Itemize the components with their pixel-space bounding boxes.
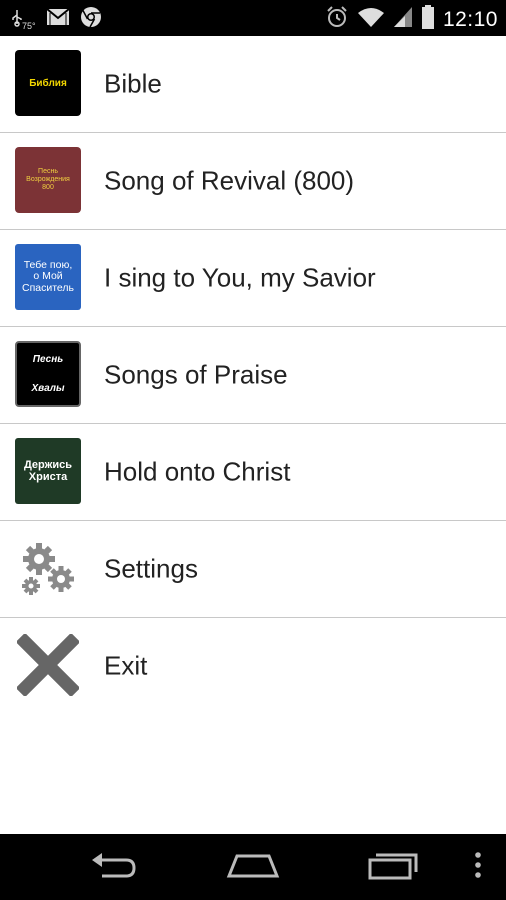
back-icon: [88, 850, 138, 885]
thumbnail-line: 800: [42, 183, 54, 191]
thumbnail-line: Христа: [28, 471, 68, 483]
menu-item-settings[interactable]: Settings: [0, 521, 506, 618]
alarm-icon: [325, 5, 349, 34]
menu-item-i-sing-to-you[interactable]: Тебе пою, о Мой Спаситель I sing to You,…: [0, 230, 506, 327]
status-right: 12:10: [325, 4, 498, 35]
menu-item-label: Bible: [104, 68, 162, 99]
christ-thumbnail: Держись Христа: [15, 438, 81, 504]
gears-icon: [15, 535, 81, 601]
overflow-menu-icon: [474, 850, 482, 885]
menu-item-song-of-revival[interactable]: Песнь Возрождения 800 Song of Revival (8…: [0, 133, 506, 230]
back-button[interactable]: [78, 844, 148, 890]
menu-list: Библия Bible Песнь Возрождения 800 Song …: [0, 36, 506, 714]
menu-item-label: Hold onto Christ: [104, 456, 291, 487]
menu-item-bible[interactable]: Библия Bible: [0, 36, 506, 133]
thumbnail-line: Возрождения: [26, 176, 70, 184]
thumbnail-line: Песнь: [38, 168, 58, 176]
overflow-menu-button[interactable]: [452, 844, 504, 890]
status-bar: 75° 12:10: [0, 0, 506, 36]
menu-item-songs-of-praise[interactable]: Песнь Хвалы Songs of Praise: [0, 327, 506, 424]
clock: 12:10: [442, 7, 498, 31]
status-left: 75°: [10, 6, 102, 33]
recent-apps-button[interactable]: [358, 844, 428, 890]
close-icon: [15, 632, 81, 698]
wifi-icon: [357, 5, 385, 34]
home-button[interactable]: [218, 844, 288, 890]
bible-thumbnail: Библия: [15, 50, 81, 116]
bible-thumbnail-text: Библия: [29, 77, 67, 89]
savior-thumbnail: Тебе пою, о Мой Спаситель: [15, 244, 81, 310]
thumbnail-line: Спаситель: [21, 281, 74, 294]
signal-icon: [393, 5, 413, 34]
menu-item-label: Song of Revival (800): [104, 165, 355, 196]
chrome-icon: [80, 6, 102, 33]
navigation-bar: [0, 834, 506, 900]
thumbnail-line: Хвалы: [31, 383, 65, 394]
recent-apps-icon: [366, 850, 420, 885]
menu-item-exit[interactable]: Exit: [0, 618, 506, 714]
gmail-icon: [45, 8, 70, 31]
temperature-text: 75°: [22, 20, 36, 31]
menu-item-hold-onto-christ[interactable]: Держись Христа Hold onto Christ: [0, 424, 506, 521]
song-of-revival-thumbnail: Песнь Возрождения 800: [15, 147, 81, 213]
menu-item-label: Exit: [104, 650, 148, 681]
menu-item-label: Songs of Praise: [104, 359, 288, 390]
thumbnail-line: Песнь: [32, 354, 64, 365]
thumbnail-line: Держись: [23, 458, 73, 471]
menu-item-label: Settings: [104, 553, 198, 584]
battery-icon: [421, 4, 435, 35]
praise-thumbnail: Песнь Хвалы: [15, 341, 81, 407]
home-icon: [226, 850, 280, 885]
menu-item-label: I sing to You, my Savior: [104, 262, 376, 293]
